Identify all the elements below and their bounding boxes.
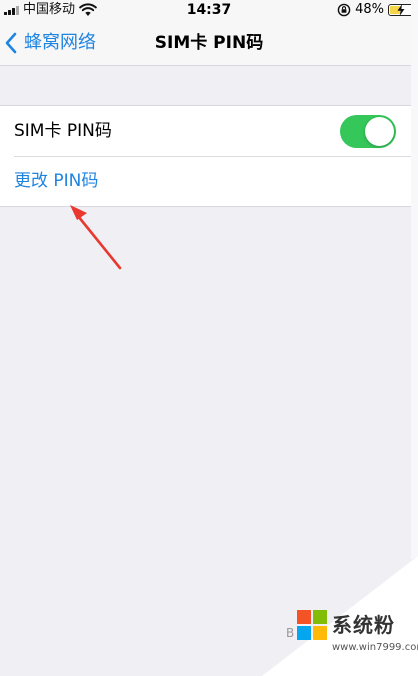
watermark-stray-char: B xyxy=(286,626,295,640)
battery-percent: 48% xyxy=(355,2,384,17)
change-pin-row[interactable]: 更改 PIN码 xyxy=(0,156,418,206)
corner-sheet-overlay xyxy=(262,0,418,676)
sim-pin-toggle[interactable] xyxy=(340,115,396,148)
watermark-title: 系统粉 xyxy=(332,613,395,637)
page-title: SIM卡 PIN码 xyxy=(154,33,264,53)
status-right: 48% xyxy=(337,2,417,18)
sim-pin-row: SIM卡 PIN码 xyxy=(0,106,418,156)
battery-charging-icon xyxy=(388,4,417,16)
annotation-arrow-icon xyxy=(70,205,122,270)
watermark-url: www.win7999.com xyxy=(332,642,418,653)
toggle-knob xyxy=(365,117,394,146)
settings-group: SIM卡 PIN码 更改 PIN码 xyxy=(0,105,418,207)
change-pin-link[interactable]: 更改 PIN码 xyxy=(14,170,98,192)
watermark: B 系统粉 www.win7999.com xyxy=(286,608,418,668)
status-bar: 中国移动 14:37 48% xyxy=(0,0,418,20)
windows-logo-icon xyxy=(297,610,327,640)
orientation-lock-icon xyxy=(337,3,351,17)
charging-bolt-icon xyxy=(397,4,405,16)
sim-pin-label: SIM卡 PIN码 xyxy=(14,121,112,141)
navigation-bar: 蜂窝网络 SIM卡 PIN码 xyxy=(0,20,418,66)
